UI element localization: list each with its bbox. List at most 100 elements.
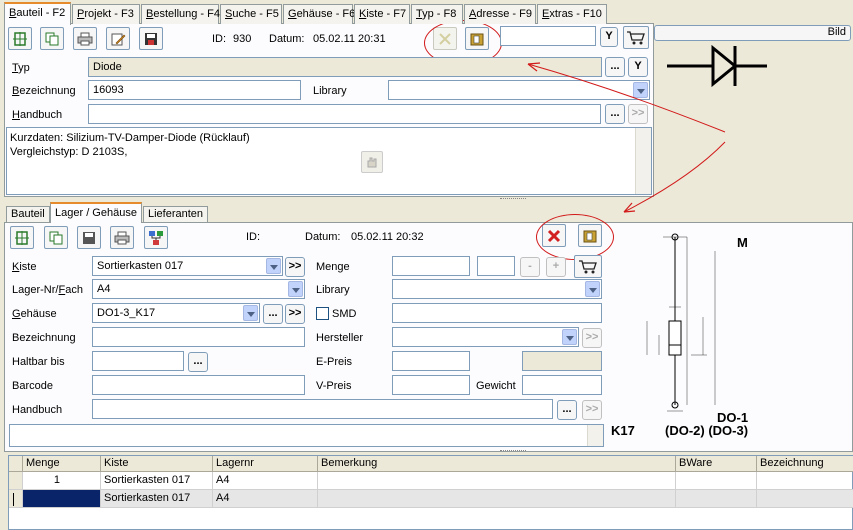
part-cart-button[interactable] (623, 26, 649, 49)
print-part-button[interactable] (73, 27, 97, 50)
stock-handbuch-open-button[interactable]: >> (582, 400, 602, 420)
part-search-input[interactable] (500, 26, 596, 46)
table-row-1-bware[interactable] (676, 472, 757, 490)
table-row-1-bezeichnung[interactable] (757, 472, 853, 490)
gewicht-input[interactable] (522, 375, 602, 395)
top-tab-label: rojekt - F3 (84, 8, 134, 20)
part-notes-memo[interactable]: Kurzdaten: Silizium-TV-Damper-Diode (Rüc… (6, 127, 652, 195)
menge-delta-input[interactable] (477, 256, 515, 276)
notes-attach-button[interactable] (361, 151, 383, 173)
grid-header-bware[interactable]: BWare (676, 456, 757, 472)
table-row-2-kiste[interactable]: Sortierkasten 017 (101, 490, 213, 508)
table-row-2-bezeichnung[interactable] (757, 490, 853, 508)
top-tab-6[interactable]: Kiste - F7 (354, 4, 410, 24)
splitter-bottom[interactable] (500, 450, 526, 453)
bild-button[interactable]: Bild (654, 25, 851, 41)
bezeichnung-input[interactable]: 16093 (88, 80, 301, 100)
vpreis-input[interactable] (392, 375, 470, 395)
subtab-bauteil[interactable]: Bauteil (6, 206, 50, 223)
table-row-2-menge[interactable] (23, 490, 101, 508)
menge-plus-button[interactable]: + (546, 257, 566, 277)
chevron-down-icon[interactable] (562, 329, 577, 345)
grid-header-kiste[interactable]: Kiste (101, 456, 213, 472)
copy-icon (45, 32, 59, 45)
part-date-label: Datum: (269, 33, 305, 45)
chevron-down-icon[interactable] (243, 305, 258, 321)
chevron-down-icon[interactable] (585, 281, 600, 297)
stock-notes-scrollbar[interactable] (587, 425, 603, 446)
grid-header-menge[interactable]: Menge (23, 456, 101, 472)
stock-notes-memo[interactable] (9, 424, 604, 447)
network-stock-button[interactable] (144, 226, 168, 249)
stock-library-select[interactable] (392, 279, 602, 299)
kiste-next-button[interactable]: >> (285, 257, 305, 277)
stock-handbuch-input[interactable] (92, 399, 553, 419)
typ-field[interactable]: Diode (88, 57, 602, 77)
table-row-1-lagernr[interactable]: A4 (213, 472, 318, 490)
printer-icon (114, 231, 130, 244)
barcode-input[interactable] (92, 375, 305, 395)
copy-stock-button[interactable] (44, 226, 68, 249)
print-stock-button[interactable] (110, 226, 134, 249)
chevron-down-icon[interactable] (266, 258, 281, 274)
part-filter-y-button[interactable]: Y (600, 27, 618, 47)
chevron-down-icon[interactable] (288, 281, 303, 297)
splitter-top[interactable] (500, 198, 526, 201)
new-part-button[interactable] (8, 27, 32, 50)
handbuch-browse-button[interactable]: ... (605, 104, 625, 124)
hersteller-select[interactable] (392, 327, 579, 347)
menge-input[interactable] (392, 256, 470, 276)
new-stock-button[interactable] (10, 226, 34, 249)
save-stock-button[interactable] (77, 226, 101, 249)
table-row-2-bemerkung[interactable] (318, 490, 676, 508)
top-tab-3[interactable]: Bestellung - F4 (141, 4, 220, 24)
edit-part-button[interactable] (106, 27, 130, 50)
haltbar-input[interactable] (92, 351, 184, 371)
top-tab-9[interactable]: Extras - F10 (537, 4, 607, 24)
gehaeuse-select[interactable]: DO1-3_K17 (92, 303, 260, 323)
table-row-1-menge[interactable]: 1 (23, 472, 101, 490)
top-tab-7[interactable]: Typ - F8 (411, 4, 463, 24)
typ-filter-y-button[interactable]: Y (628, 57, 648, 77)
top-tab-8[interactable]: Adresse - F9 (464, 4, 536, 24)
kiste-select[interactable]: Sortierkasten 017 (92, 256, 283, 276)
lager-select[interactable]: A4 (92, 279, 305, 299)
typ-browse-button[interactable]: ... (605, 57, 625, 77)
smd-input[interactable] (392, 303, 602, 323)
grid-header-bezeichnung[interactable]: Bezeichnung (757, 456, 853, 472)
gehaeuse-next-button[interactable]: >> (285, 304, 305, 324)
table-row-1-bemerkung[interactable] (318, 472, 676, 490)
stock-handbuch-browse-button[interactable]: ... (557, 400, 577, 420)
top-tab-1[interactable]: Bauteil - F2 (4, 2, 71, 25)
gehaeuse-browse-button[interactable]: ... (263, 304, 283, 324)
grid-header-bemerkung[interactable]: Bemerkung (318, 456, 676, 472)
haltbar-browse-button[interactable]: ... (188, 352, 208, 372)
library-select[interactable] (388, 80, 650, 100)
menge-minus-button[interactable]: - (520, 257, 540, 277)
subtab-lager-gehaeuse[interactable]: Lager / Gehäuse (50, 202, 142, 223)
handbuch-input[interactable] (88, 104, 601, 124)
handbuch-open-button[interactable]: >> (628, 104, 648, 124)
top-tab-5[interactable]: Gehäuse - F6 (283, 4, 355, 24)
top-tab-2[interactable]: Projekt - F3 (72, 4, 140, 24)
haltbar-label: Haltbar bis (12, 356, 65, 368)
lager-label: Lager-Nr/Fach (12, 284, 83, 296)
stock-grid: Menge Kiste Lagernr Bemerkung BWare Beze… (8, 455, 853, 530)
stock-bezeichnung-input[interactable] (92, 327, 305, 347)
grid-header-lagernr[interactable]: Lagernr (213, 456, 318, 472)
subtab-lieferanten[interactable]: Lieferanten (143, 206, 209, 223)
copy-part-button[interactable] (40, 27, 64, 50)
table-row-1-kiste[interactable]: Sortierkasten 017 (101, 472, 213, 490)
table-row-2-bware[interactable] (676, 490, 757, 508)
save-part-button[interactable] (139, 27, 163, 50)
table-row-2-lagernr[interactable]: A4 (213, 490, 318, 508)
epreis-input[interactable] (392, 351, 470, 371)
chevron-down-icon[interactable] (633, 82, 648, 98)
top-tab-4[interactable]: Suche - F5 (220, 4, 282, 24)
menge-label: Menge (316, 261, 350, 273)
part-id-label: ID: (212, 33, 227, 45)
hersteller-next-button[interactable]: >> (582, 328, 602, 348)
smd-checkbox[interactable] (316, 307, 329, 320)
notes-scrollbar[interactable] (635, 128, 651, 194)
stock-cart-button[interactable] (574, 255, 602, 278)
